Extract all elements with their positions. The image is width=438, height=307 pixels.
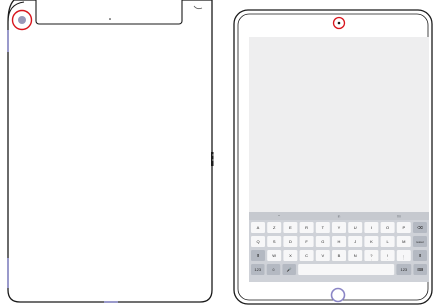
keyboard-key-label: S xyxy=(273,239,276,244)
keyboard-key-label: G xyxy=(321,239,324,244)
keyboard-key-label: Q xyxy=(256,239,259,244)
keyboard-space-key xyxy=(298,264,395,275)
keyboard-key-label: K xyxy=(370,239,373,244)
suggestion-item: I'm xyxy=(397,215,401,219)
keyboard-key-label: V xyxy=(321,253,324,258)
keyboard-key-label: C xyxy=(305,253,308,258)
rear-microphone-dot xyxy=(109,18,111,20)
keyboard-key-label: 123 xyxy=(400,267,407,272)
keyboard-key-label: I xyxy=(371,225,372,230)
device-diagram: "" in I'm A Z E R T Y U I O P ⌫Q S D F G H J K L Mretour⬆ W X C V… xyxy=(7,0,433,305)
keyboard-key-label: ⌫ xyxy=(417,225,423,230)
keyboard-key-label: retour xyxy=(416,240,424,244)
keyboard-key-label: ⬆ xyxy=(256,253,259,258)
keyboard-key-label: Y xyxy=(338,225,341,230)
suggestion-item: in xyxy=(338,215,341,219)
rear-body-outline xyxy=(7,0,213,303)
keyboard-key-label: E xyxy=(289,225,292,230)
keyboard-key-sublabel: : xyxy=(403,257,404,261)
keyboard-key-label: W xyxy=(272,253,276,258)
keyboard-key-label: P xyxy=(402,225,405,230)
keyboard-key-label: O xyxy=(386,225,389,230)
keyboard-key-label: X xyxy=(289,253,292,258)
keyboard-key-label: 123 xyxy=(254,267,261,272)
keyboard-key-label: A xyxy=(257,225,260,230)
front-camera-lens-icon xyxy=(337,21,341,25)
antenna-strip xyxy=(35,0,183,25)
keyboard-key-sublabel: . xyxy=(387,257,388,261)
side-button-upper xyxy=(7,30,9,52)
suggestion-item: "" xyxy=(278,215,280,219)
keyboard-key-label: H xyxy=(338,239,341,244)
keyboard-key-label: 🎤 xyxy=(287,267,292,272)
keyboard-key-label: U xyxy=(354,225,357,230)
front-view: "" in I'm A Z E R T Y U I O P ⌫Q S D F G H J K L Mretour⬆ W X C V… xyxy=(233,9,433,305)
rear-camera-lens-icon xyxy=(18,16,26,24)
keyboard-key-label: M xyxy=(402,239,405,244)
keyboard-key-label: D xyxy=(289,239,292,244)
rear-view xyxy=(7,0,214,303)
keyboard-key-label: ☺ xyxy=(271,267,275,272)
keyboard-key-label: N xyxy=(354,253,357,258)
keyboard-key-label: ⌨ xyxy=(417,267,423,272)
keyboard-key-label: ⬆ xyxy=(418,253,421,258)
keyboard-key-label: J xyxy=(354,239,356,244)
side-button-lower xyxy=(7,258,9,288)
keyboard-key-label: R xyxy=(305,225,308,230)
home-button-ring-icon xyxy=(330,287,346,303)
sim-tray xyxy=(211,152,214,166)
keyboard-key-label: B xyxy=(338,253,341,258)
